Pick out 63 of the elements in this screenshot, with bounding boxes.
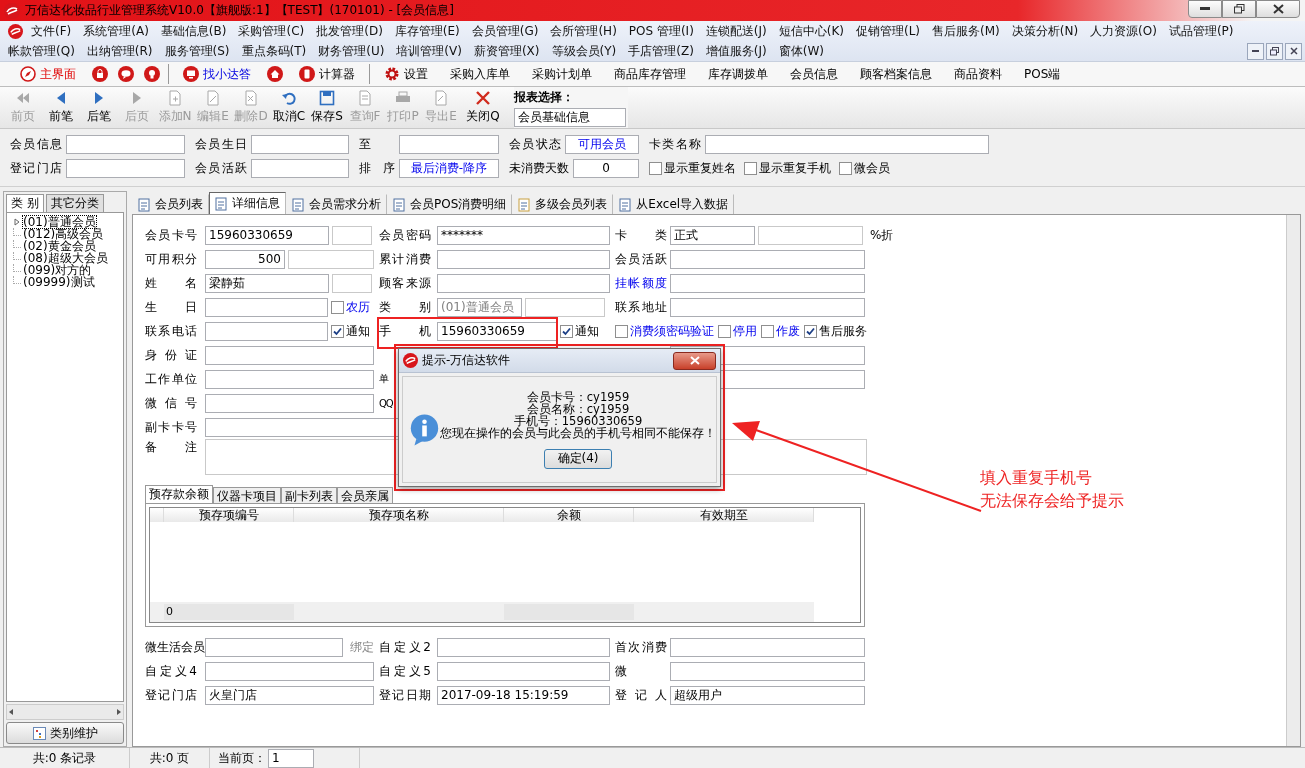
checkbox-label: 通知 — [575, 322, 599, 340]
field-label: 手 机 — [379, 322, 431, 340]
page-label: 当前页： — [218, 749, 266, 767]
record-count: 共:0 条记录 — [32, 749, 97, 767]
filter-label: 卡类名称 — [649, 135, 701, 153]
filter-label: 未消费天数 — [509, 159, 569, 177]
field-label: 会员密码 — [379, 226, 431, 244]
field-label: 顾客来源 — [379, 274, 431, 292]
field-label: QQ — [379, 397, 393, 409]
field-label: 累计消费 — [379, 250, 431, 268]
message-text: 会员名称：cy1959 — [526, 402, 630, 415]
field-label: 副卡卡号 — [145, 418, 197, 436]
filter-label: 登记门店 — [10, 159, 62, 177]
field-label: 工作单位 — [145, 370, 197, 388]
field-label: 备 注 — [145, 439, 197, 456]
message-text: 您现在操作的会员与此会员的手机号相同不能保存！ — [440, 426, 716, 439]
field-label: 生 日 — [145, 298, 197, 316]
message-text: 会员卡号：cy1959 — [526, 390, 630, 403]
field-label: 类 别 — [379, 298, 431, 316]
unit-label: %折 — [870, 226, 895, 244]
field-label: 联系地址 — [615, 298, 667, 316]
field-label: 登记门店 — [145, 686, 197, 704]
annotation-text: 填入重复手机号 — [980, 468, 1093, 489]
field-label: 会员活跃 — [615, 250, 667, 268]
field-label: 身 份 证 — [145, 346, 197, 364]
field-label: 自定义4 — [145, 662, 197, 680]
filter-label: 排 序 — [359, 159, 395, 177]
checkbox-label: 显示重复姓名 — [664, 159, 736, 177]
field-label: 自定义5 — [379, 662, 431, 680]
field-label: 姓 名 — [145, 274, 197, 292]
field-label: 登记日期 — [379, 686, 431, 704]
report-select-label: 报表选择： — [514, 89, 575, 106]
field-label: 单 — [379, 372, 388, 386]
filter-label: 至 — [359, 135, 372, 153]
page-count: 共:0 页 — [149, 749, 190, 767]
field-label: 会员卡号 — [145, 226, 197, 244]
field-label: 联系电话 — [145, 322, 197, 340]
field-label: 首次消费 — [615, 638, 667, 656]
checkbox-label: 显示重复手机 — [759, 159, 831, 177]
filter-label: 会员生日 — [195, 135, 247, 153]
field-label: 登 记 人 — [615, 686, 667, 704]
checkbox-label: 消费须密码验证 — [630, 322, 714, 340]
field-label: 卡 类 — [615, 226, 667, 244]
dialog-title: 提示-万信达软件 — [422, 352, 511, 369]
filter-label: 会员信息 — [10, 135, 62, 153]
window-title: 万信达化妆品行业管理系统V10.0【旗舰版:1】【TEST】(170101) - [会员信息] — [25, 2, 455, 19]
checkbox-label: 微会员 — [854, 159, 890, 177]
message-text: 手机号：15960330659 — [513, 414, 643, 427]
field-label: 微生活会员 — [145, 638, 205, 656]
checkbox-label: 通知 — [346, 322, 370, 340]
checkbox-label: 作废 — [776, 322, 800, 340]
checkbox-label: 售后服务 — [819, 322, 867, 340]
total-cell: 0 — [164, 604, 294, 620]
filter-label: 会员状态 — [509, 135, 561, 153]
field-label: 微 信 号 — [145, 394, 197, 412]
field-label: 自定义2 — [379, 638, 431, 656]
field-label: 挂帐额度 — [615, 274, 667, 292]
field-label: 微 — [615, 662, 628, 680]
field-label: 可用积分 — [145, 250, 197, 268]
checkbox-label: 停用 — [733, 322, 757, 340]
filter-label: 会员活跃 — [195, 159, 247, 177]
annotation-text: 无法保存会给予提示 — [980, 491, 1124, 512]
checkbox-label: 农历 — [346, 298, 370, 316]
